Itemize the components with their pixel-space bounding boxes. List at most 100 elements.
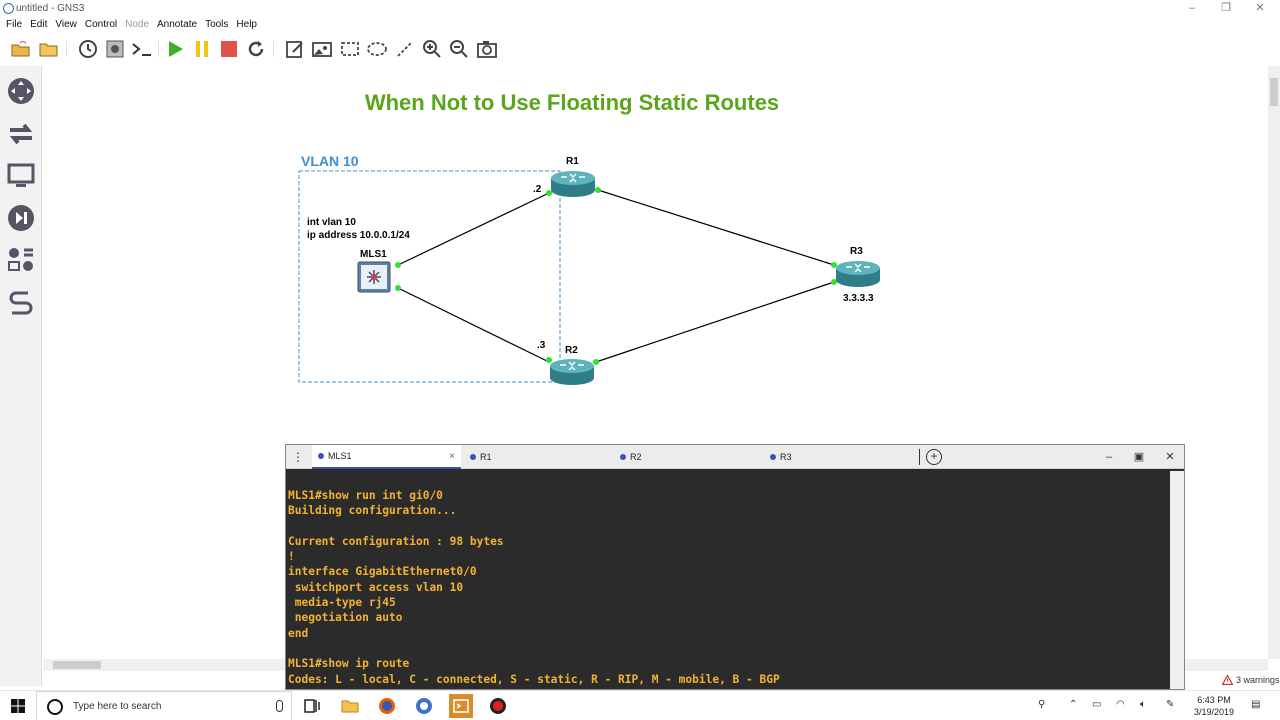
battery-icon[interactable]: ▭	[1092, 699, 1101, 710]
zoom-in-icon[interactable]	[421, 38, 443, 60]
mls1-switch-icon[interactable]	[357, 261, 391, 293]
menu-tools[interactable]: Tools	[205, 18, 228, 33]
r3-address-label[interactable]: 3.3.3.3	[843, 293, 874, 304]
tab-mls1[interactable]: MLS1 ×	[312, 445, 461, 469]
tab-r3[interactable]: R3	[770, 445, 792, 469]
record-icon[interactable]	[486, 694, 510, 718]
r2-router-icon[interactable]	[550, 359, 594, 385]
link-r1-r3[interactable]	[597, 189, 835, 266]
console-maximize-button[interactable]: ▣	[1131, 449, 1147, 465]
open-folder-icon[interactable]	[38, 38, 60, 60]
link-r2-r3[interactable]	[595, 281, 835, 363]
scroll-thumb[interactable]	[53, 661, 101, 669]
browse-routers-icon[interactable]	[5, 75, 37, 107]
taskbar-clock[interactable]: 6:43 PM 3/19/2019	[1186, 694, 1242, 718]
snapshot-icon[interactable]	[77, 38, 99, 60]
microphone-icon[interactable]	[276, 700, 283, 712]
browse-end-devices-icon[interactable]	[5, 160, 37, 192]
minimize-button[interactable]: –	[1174, 0, 1210, 18]
draw-line-icon[interactable]	[394, 38, 416, 60]
pen-icon[interactable]: ✎	[1166, 699, 1174, 710]
device-screenshot-icon[interactable]	[104, 38, 126, 60]
windows-start-icon[interactable]	[0, 691, 36, 720]
warnings-count: 3 warnings	[1236, 675, 1280, 685]
mls1-label[interactable]: MLS1	[360, 249, 387, 260]
notifications-icon[interactable]: ▤	[1251, 699, 1260, 710]
tab-r1[interactable]: R1	[470, 445, 492, 469]
console-window: ⋮ MLS1 × R1 R2 R3 + – ▣ ✕ MLS1#show run …	[285, 444, 1185, 690]
file-explorer-icon[interactable]	[338, 694, 362, 718]
menu-edit[interactable]: Edit	[30, 18, 47, 33]
draw-rectangle-icon[interactable]	[339, 38, 361, 60]
add-tab-icon[interactable]: +	[926, 449, 942, 465]
terminal-line: switchport access vlan 10	[288, 580, 464, 594]
warnings-indicator[interactable]: 3 warnings	[1222, 675, 1280, 685]
browse-switches-icon[interactable]	[5, 118, 37, 150]
open-project-icon[interactable]	[10, 38, 32, 60]
r2-port-label[interactable]: .3	[537, 340, 546, 351]
r3-label[interactable]: R3	[850, 246, 863, 257]
show-hidden-icons-icon[interactable]: ⌃	[1069, 699, 1077, 710]
screenshot-icon[interactable]	[476, 38, 498, 60]
terminal-line: Codes: L - local, C - connected, S - sta…	[288, 672, 780, 686]
tab-r2[interactable]: R2	[620, 445, 642, 469]
clock-date: 3/19/2019	[1193, 707, 1235, 717]
zoom-out-icon[interactable]	[448, 38, 470, 60]
start-icon[interactable]	[164, 38, 186, 60]
clock-time: 6:43 PM	[1197, 695, 1231, 705]
mls-config-note-line1[interactable]: int vlan 10	[307, 217, 356, 228]
volume-icon[interactable]: 🔈︎	[1140, 699, 1146, 710]
link-mls1-r2[interactable]	[397, 287, 550, 363]
menu-annotate[interactable]: Annotate	[157, 18, 197, 33]
insert-picture-icon[interactable]	[311, 38, 333, 60]
reload-icon[interactable]	[245, 38, 267, 60]
people-icon[interactable]: ⚲	[1038, 699, 1045, 710]
browse-security-devices-icon[interactable]	[5, 202, 37, 234]
restore-button[interactable]: ❐	[1208, 0, 1244, 18]
menu-view[interactable]: View	[55, 18, 77, 33]
close-tab-icon[interactable]: ×	[449, 451, 455, 462]
suspend-icon[interactable]	[191, 38, 213, 60]
add-link-icon[interactable]	[5, 286, 37, 318]
task-view-icon[interactable]	[300, 694, 324, 718]
mls-config-note-line2[interactable]: ip address 10.0.0.1/24	[307, 230, 410, 241]
draw-ellipse-icon[interactable]	[366, 38, 388, 60]
close-button[interactable]: ✕	[1242, 0, 1278, 18]
status-dot-icon	[470, 454, 476, 460]
gns3-window: untitled - GNS3 – ❐ ✕ File Edit View Con…	[0, 0, 1280, 720]
console-menu-icon[interactable]: ⋮	[286, 445, 310, 469]
terminal-output[interactable]: MLS1#show run int gi0/0 Building configu…	[286, 471, 1170, 689]
vlan-label[interactable]: VLAN 10	[301, 153, 359, 169]
network-icon[interactable]: ◠	[1116, 699, 1125, 710]
scroll-thumb[interactable]	[1270, 78, 1278, 106]
r1-router-icon[interactable]	[551, 171, 595, 197]
stop-icon[interactable]	[218, 38, 240, 60]
terminal-scrollbar[interactable]	[1170, 471, 1184, 689]
menu-file[interactable]: File	[6, 18, 22, 33]
r2-label[interactable]: R2	[565, 345, 578, 356]
r3-router-icon[interactable]	[836, 261, 880, 287]
topology-title[interactable]: When Not to Use Floating Static Routes	[365, 90, 779, 115]
r1-port-label[interactable]: .2	[533, 184, 542, 195]
r1-label[interactable]: R1	[566, 156, 579, 167]
canvas-vertical-scrollbar[interactable]	[1268, 66, 1280, 659]
browse-all-devices-icon[interactable]	[5, 244, 37, 276]
terminal-line: !	[288, 550, 295, 564]
gns3-icon[interactable]	[412, 694, 436, 718]
console-minimize-button[interactable]: –	[1101, 449, 1117, 465]
console-close-button[interactable]: ✕	[1162, 449, 1178, 465]
taskbar-search-box[interactable]: Type here to search	[36, 691, 292, 720]
menu-control[interactable]: Control	[85, 18, 117, 33]
tab-label: MLS1	[328, 451, 352, 461]
vlan-10-box[interactable]	[298, 170, 561, 383]
status-dot-icon	[770, 454, 776, 460]
firefox-icon[interactable]	[375, 694, 399, 718]
link-mls1-r1[interactable]	[397, 192, 550, 266]
add-note-icon[interactable]	[284, 38, 306, 60]
menu-help[interactable]: Help	[236, 18, 257, 33]
terminal-app-icon[interactable]	[449, 694, 473, 718]
console-all-icon[interactable]	[131, 38, 153, 60]
search-placeholder: Type here to search	[73, 701, 162, 712]
toolbar	[0, 35, 1280, 63]
